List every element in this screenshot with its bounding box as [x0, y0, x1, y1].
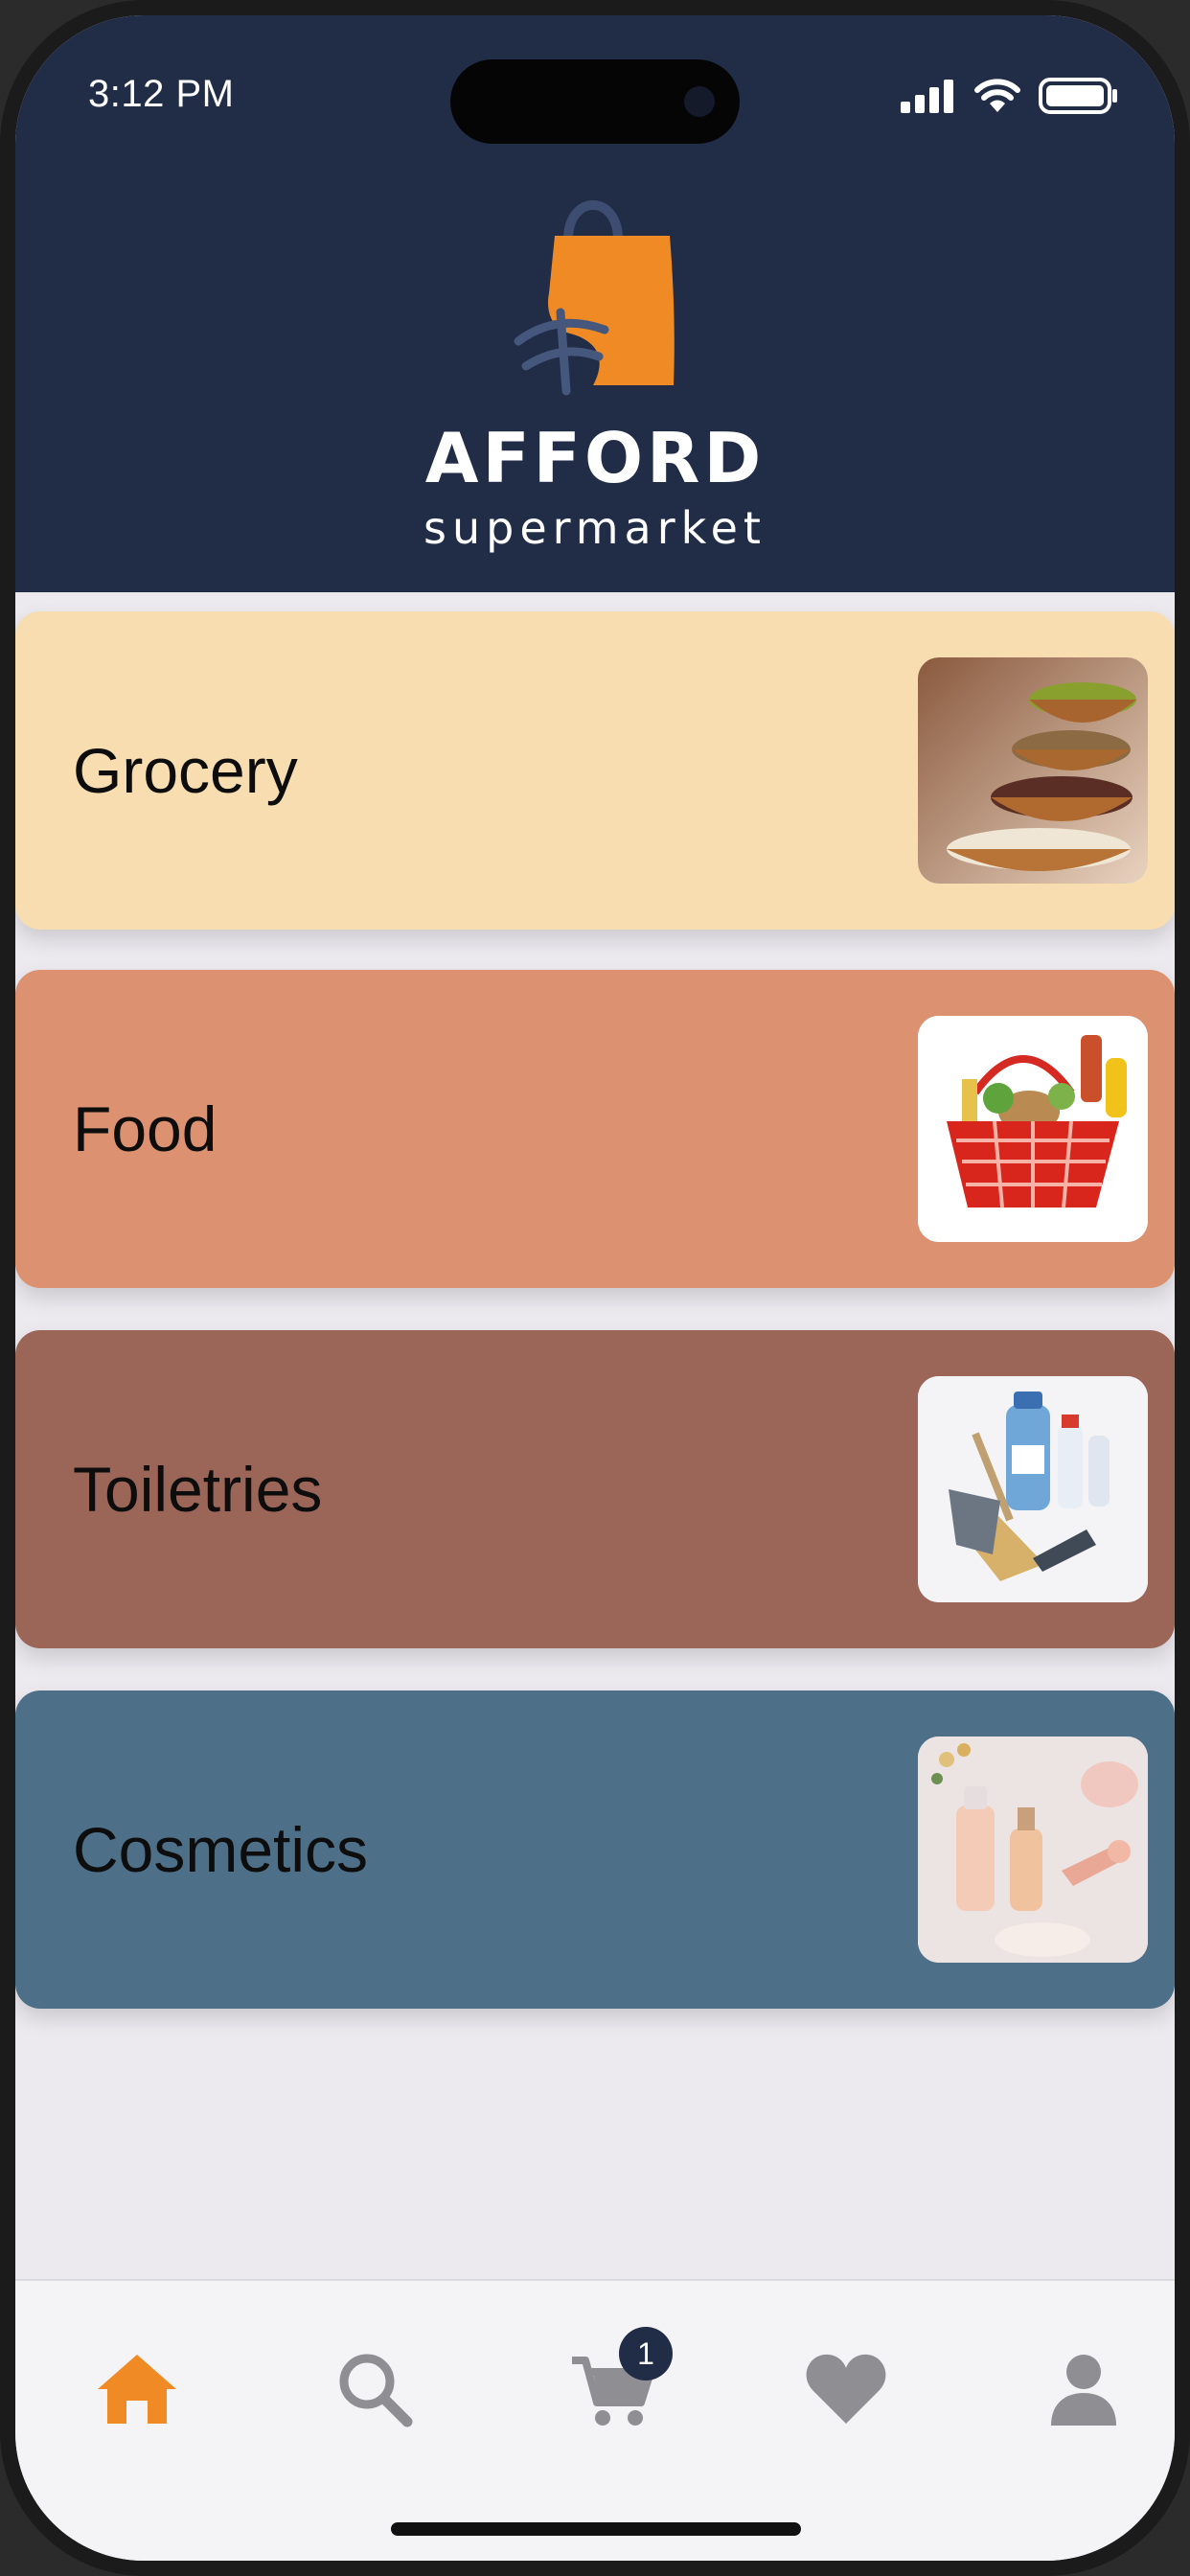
toiletries-image: [918, 1376, 1148, 1602]
category-card-grocery[interactable]: Grocery: [15, 611, 1175, 930]
phone-frame: 3:12 PM AFFORD supermarket Grocery Food …: [0, 0, 1190, 2576]
home-indicator: [391, 2522, 801, 2536]
status-time: 3:12 PM: [88, 73, 235, 115]
dynamic-island: [450, 59, 740, 144]
category-card-cosmetics[interactable]: Cosmetics: [15, 1690, 1175, 2009]
cosmetics-image: [918, 1736, 1148, 1963]
battery-icon: [1039, 77, 1119, 120]
grocery-image: [918, 657, 1148, 884]
category-label: Grocery: [73, 735, 298, 806]
tab-profile[interactable]: [1031, 2338, 1136, 2444]
app-screen: 3:12 PM AFFORD supermarket Grocery Food …: [15, 15, 1175, 2561]
category-label: Food: [73, 1093, 217, 1164]
status-icons: [901, 77, 1119, 120]
category-card-food[interactable]: Food: [15, 970, 1175, 1288]
brand-tagline: supermarket: [423, 502, 767, 554]
tab-search[interactable]: [322, 2338, 427, 2444]
category-label: Cosmetics: [73, 1814, 369, 1885]
heart-icon: [804, 2351, 888, 2432]
user-icon: [1045, 2351, 1122, 2432]
tab-favorites[interactable]: [793, 2338, 899, 2444]
category-card-toiletries[interactable]: Toiletries: [15, 1330, 1175, 1648]
tab-cart[interactable]: 1: [560, 2327, 673, 2444]
food-basket-image: [918, 1016, 1148, 1242]
bottom-tab-bar: 1: [15, 2279, 1175, 2561]
brand-logo-icon: [499, 169, 691, 399]
status-bar: 3:12 PM: [15, 15, 1175, 159]
brand-name: AFFORD: [424, 418, 766, 498]
cart-badge: 1: [619, 2327, 673, 2380]
camera-dot: [684, 86, 715, 117]
tab-home[interactable]: [84, 2338, 190, 2444]
search-icon: [334, 2349, 415, 2434]
home-icon: [94, 2351, 180, 2432]
signal-icon: [901, 79, 956, 118]
category-label: Toiletries: [73, 1454, 323, 1525]
wifi-icon: [973, 78, 1021, 119]
app-header: 3:12 PM AFFORD supermarket: [15, 15, 1175, 592]
